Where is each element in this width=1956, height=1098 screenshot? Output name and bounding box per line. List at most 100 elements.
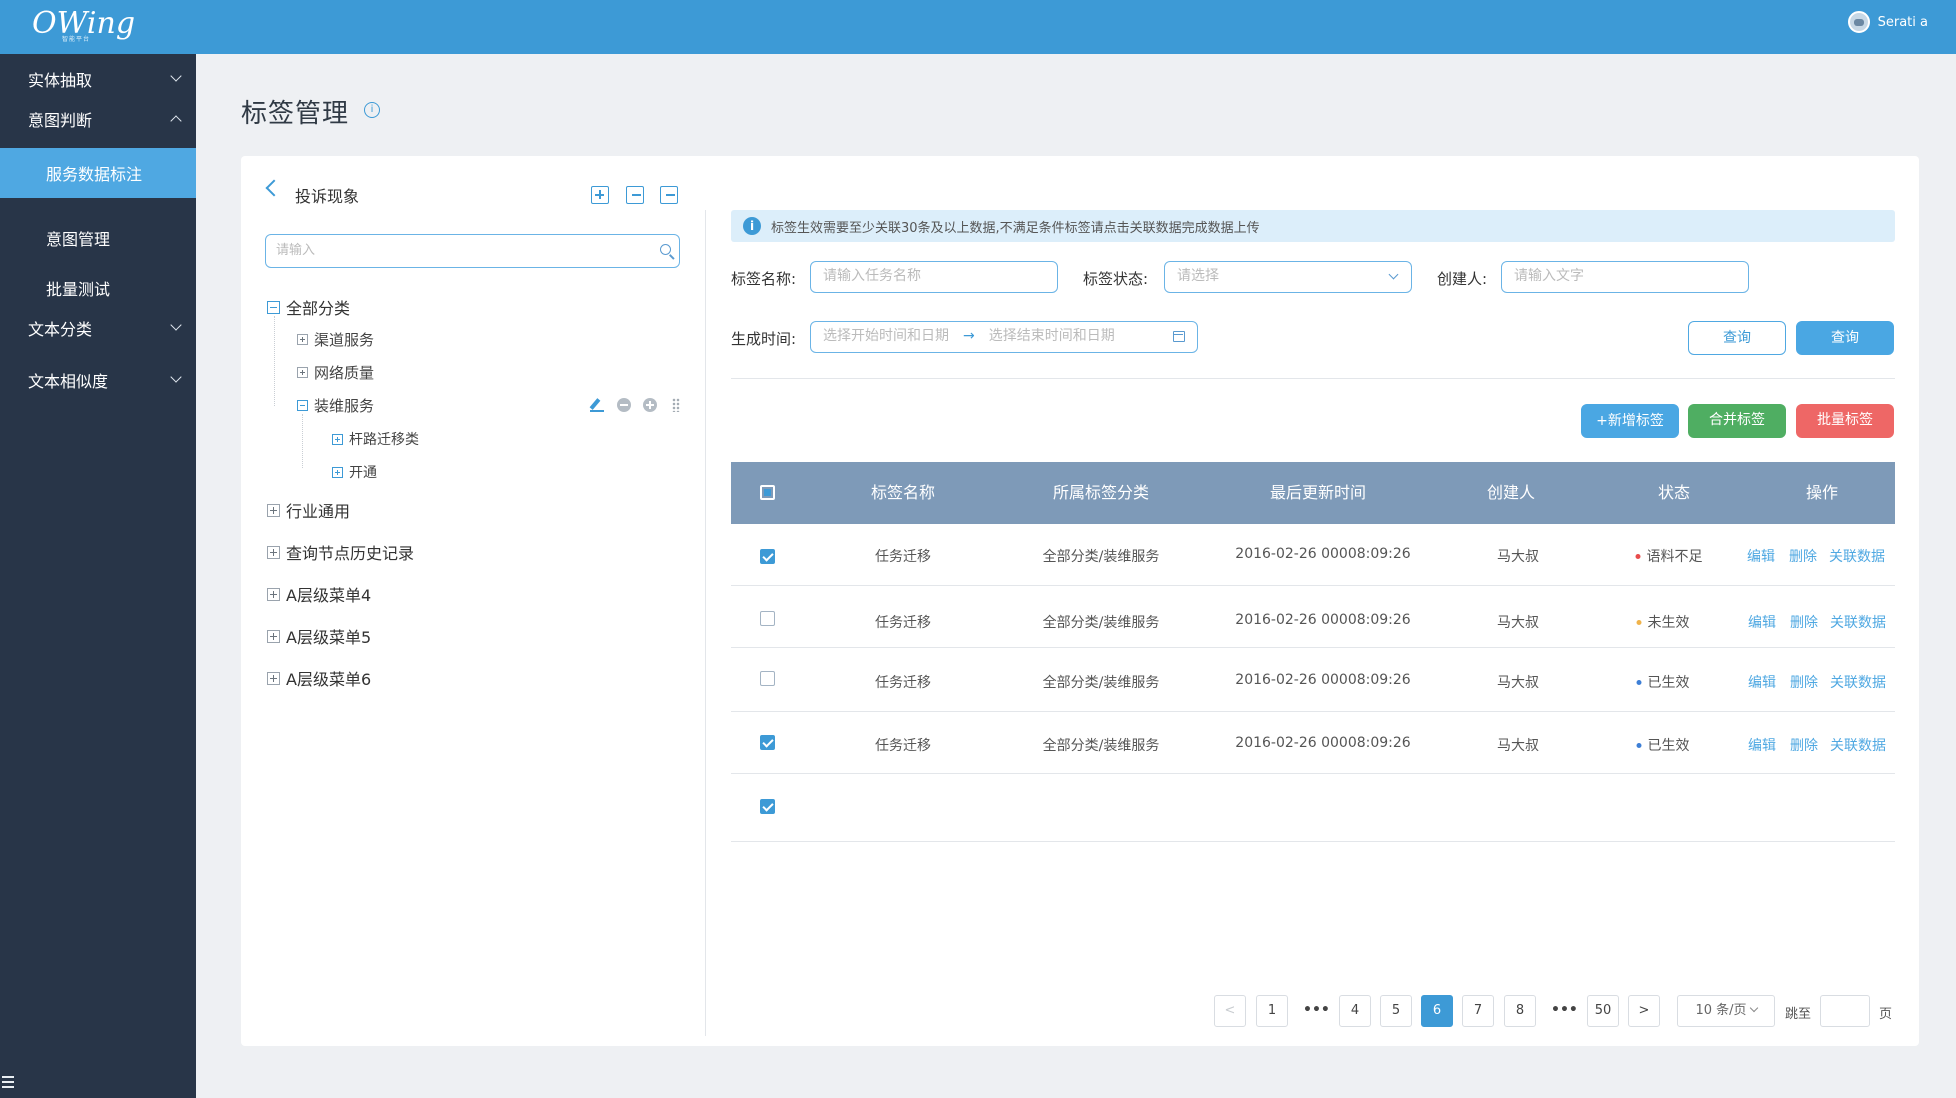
add-node-icon[interactable] <box>591 186 609 204</box>
tree-node-pole-migration[interactable]: 杆路迁移类 <box>332 429 419 449</box>
link-data-link[interactable]: 关联数据 <box>1830 612 1886 632</box>
expand-icon[interactable] <box>267 503 280 517</box>
column-header-category[interactable]: 所属标签分类 <box>1053 462 1149 524</box>
edit-link[interactable]: 编辑 <box>1748 672 1776 692</box>
table-header: 标签名称 所属标签分类 最后更新时间 创建人 状态 操作 <box>731 462 1895 524</box>
delete-link[interactable]: 删除 <box>1789 546 1817 566</box>
query-outline-button[interactable]: 查询 <box>1688 321 1786 355</box>
info-icon[interactable]: i <box>364 102 380 118</box>
merge-tag-button[interactable]: 合并标签 <box>1688 404 1786 438</box>
tree-node-channel-service[interactable]: 渠道服务 <box>297 329 374 350</box>
page-button[interactable]: 7 <box>1462 995 1494 1027</box>
table-row[interactable]: 任务迁移 全部分类/装维服务 2016-02-26 00008:09:26 马大… <box>731 524 1895 586</box>
delete-link[interactable]: 删除 <box>1790 735 1818 755</box>
tree-node-history[interactable]: 查询节点历史记录 <box>267 540 414 564</box>
table-row[interactable]: 任务迁移 全部分类/装维服务 2016-02-26 00008:09:26 马大… <box>731 586 1895 648</box>
page-button[interactable]: 5 <box>1380 995 1412 1027</box>
table-row[interactable] <box>731 774 1895 842</box>
tree-node-label: 网络质量 <box>314 364 375 382</box>
tree-node-network-quality[interactable]: 网络质量 <box>297 362 374 383</box>
tree-node-activation[interactable]: 开通 <box>332 462 377 482</box>
select-all-checkbox[interactable] <box>760 485 775 500</box>
batch-tag-button[interactable]: 批量标签 <box>1796 404 1894 438</box>
drag-handle-icon[interactable] <box>672 398 680 412</box>
page-ellipsis[interactable]: ••• <box>1551 995 1578 1025</box>
row-checkbox[interactable] <box>760 549 775 564</box>
tree-node-menu-4[interactable]: A层级菜单4 <box>267 582 371 606</box>
calendar-icon[interactable] <box>1173 331 1185 342</box>
sidebar-item-text-classification[interactable]: 文本分类 <box>0 308 196 348</box>
sidebar-item-label: 实体抽取 <box>28 71 93 90</box>
expand-all-icon[interactable] <box>660 186 678 204</box>
tree-node-install-service[interactable]: 装维服务 <box>297 395 374 416</box>
row-checkbox[interactable] <box>760 735 775 750</box>
row-checkbox[interactable] <box>760 611 775 626</box>
column-header-name[interactable]: 标签名称 <box>871 462 935 524</box>
sidebar-item-service-annotation[interactable]: 服务数据标注 <box>0 148 196 198</box>
search-icon[interactable] <box>660 244 671 255</box>
date-start-placeholder: 选择开始时间和日期 <box>823 328 949 344</box>
tag-name-input[interactable]: 请输入任务名称 <box>810 261 1058 293</box>
link-data-link[interactable]: 关联数据 <box>1830 735 1886 755</box>
page-size-select[interactable]: 10 条/页 <box>1677 995 1775 1027</box>
page-button-current[interactable]: 6 <box>1421 995 1453 1027</box>
sidebar-item-intent[interactable]: 意图判断 <box>0 99 196 139</box>
page-ellipsis[interactable]: ••• <box>1303 995 1330 1025</box>
link-data-link[interactable]: 关联数据 <box>1830 672 1886 692</box>
edit-icon[interactable] <box>590 398 604 412</box>
add-tag-button[interactable]: +新增标签 <box>1581 404 1679 438</box>
tree-node-menu-5[interactable]: A层级菜单5 <box>267 624 371 648</box>
expand-icon[interactable] <box>267 629 280 643</box>
tag-status-select[interactable]: 请选择 <box>1164 261 1412 293</box>
collapse-icon[interactable] <box>267 300 280 314</box>
expand-icon[interactable] <box>267 545 280 559</box>
edit-link[interactable]: 编辑 <box>1747 546 1775 566</box>
sidebar-item-entity-extraction[interactable]: 实体抽取 <box>0 59 196 99</box>
status-badge: 语料不足 <box>1635 546 1703 566</box>
page-button[interactable]: 4 <box>1339 995 1371 1027</box>
jump-page-input[interactable] <box>1820 995 1870 1027</box>
tree-node-menu-6[interactable]: A层级菜单6 <box>267 666 371 690</box>
table-row[interactable]: 任务迁移 全部分类/装维服务 2016-02-26 00008:09:26 马大… <box>731 712 1895 774</box>
prev-page-button[interactable]: < <box>1214 995 1246 1027</box>
delete-link[interactable]: 删除 <box>1790 612 1818 632</box>
remove-icon[interactable] <box>617 398 631 412</box>
sidebar-item-text-similarity[interactable]: 文本相似度 <box>0 360 196 400</box>
query-button[interactable]: 查询 <box>1796 321 1894 355</box>
row-checkbox[interactable] <box>760 671 775 686</box>
top-bar: OWing 智能平台 Serati a <box>0 0 1956 54</box>
next-page-button[interactable]: > <box>1628 995 1660 1027</box>
edit-link[interactable]: 编辑 <box>1748 735 1776 755</box>
sidebar-item-intent-management[interactable]: 意图管理 <box>0 213 196 263</box>
user-menu[interactable]: Serati a <box>1847 10 1928 34</box>
tree-search-input[interactable]: 请输入 <box>265 234 680 268</box>
link-data-link[interactable]: 关联数据 <box>1829 546 1885 566</box>
tree-node-all[interactable]: 全部分类 <box>267 295 350 319</box>
add-icon[interactable] <box>643 398 657 412</box>
edit-link[interactable]: 编辑 <box>1748 612 1776 632</box>
expand-icon[interactable] <box>297 334 308 345</box>
row-checkbox[interactable] <box>760 799 775 814</box>
column-header-updated[interactable]: 最后更新时间 <box>1270 462 1366 524</box>
date-range-picker[interactable]: 选择开始时间和日期 → 选择结束时间和日期 <box>810 321 1198 353</box>
delete-link[interactable]: 删除 <box>1790 672 1818 692</box>
table-row[interactable]: 任务迁移 全部分类/装维服务 2016-02-26 00008:09:26 马大… <box>731 648 1895 712</box>
collapse-all-icon[interactable] <box>626 186 644 204</box>
tag-name-placeholder: 请输入任务名称 <box>823 268 921 284</box>
expand-icon[interactable] <box>332 433 343 445</box>
collapse-icon[interactable] <box>297 400 308 411</box>
column-header-creator[interactable]: 创建人 <box>1487 462 1535 524</box>
expand-icon[interactable] <box>267 671 280 685</box>
menu-toggle-icon[interactable] <box>2 1076 14 1088</box>
expand-icon[interactable] <box>332 466 343 478</box>
page-button[interactable]: 1 <box>1256 995 1288 1027</box>
status-text: 已生效 <box>1647 675 1690 691</box>
page-button[interactable]: 8 <box>1504 995 1536 1027</box>
sidebar-item-batch-test[interactable]: 批量测试 <box>0 263 196 313</box>
expand-icon[interactable] <box>297 367 308 378</box>
tree-node-industry-general[interactable]: 行业通用 <box>267 498 350 522</box>
creator-input[interactable]: 请输入文字 <box>1501 261 1749 293</box>
column-header-status[interactable]: 状态 <box>1658 462 1690 524</box>
page-button[interactable]: 50 <box>1587 995 1619 1027</box>
expand-icon[interactable] <box>267 587 280 601</box>
